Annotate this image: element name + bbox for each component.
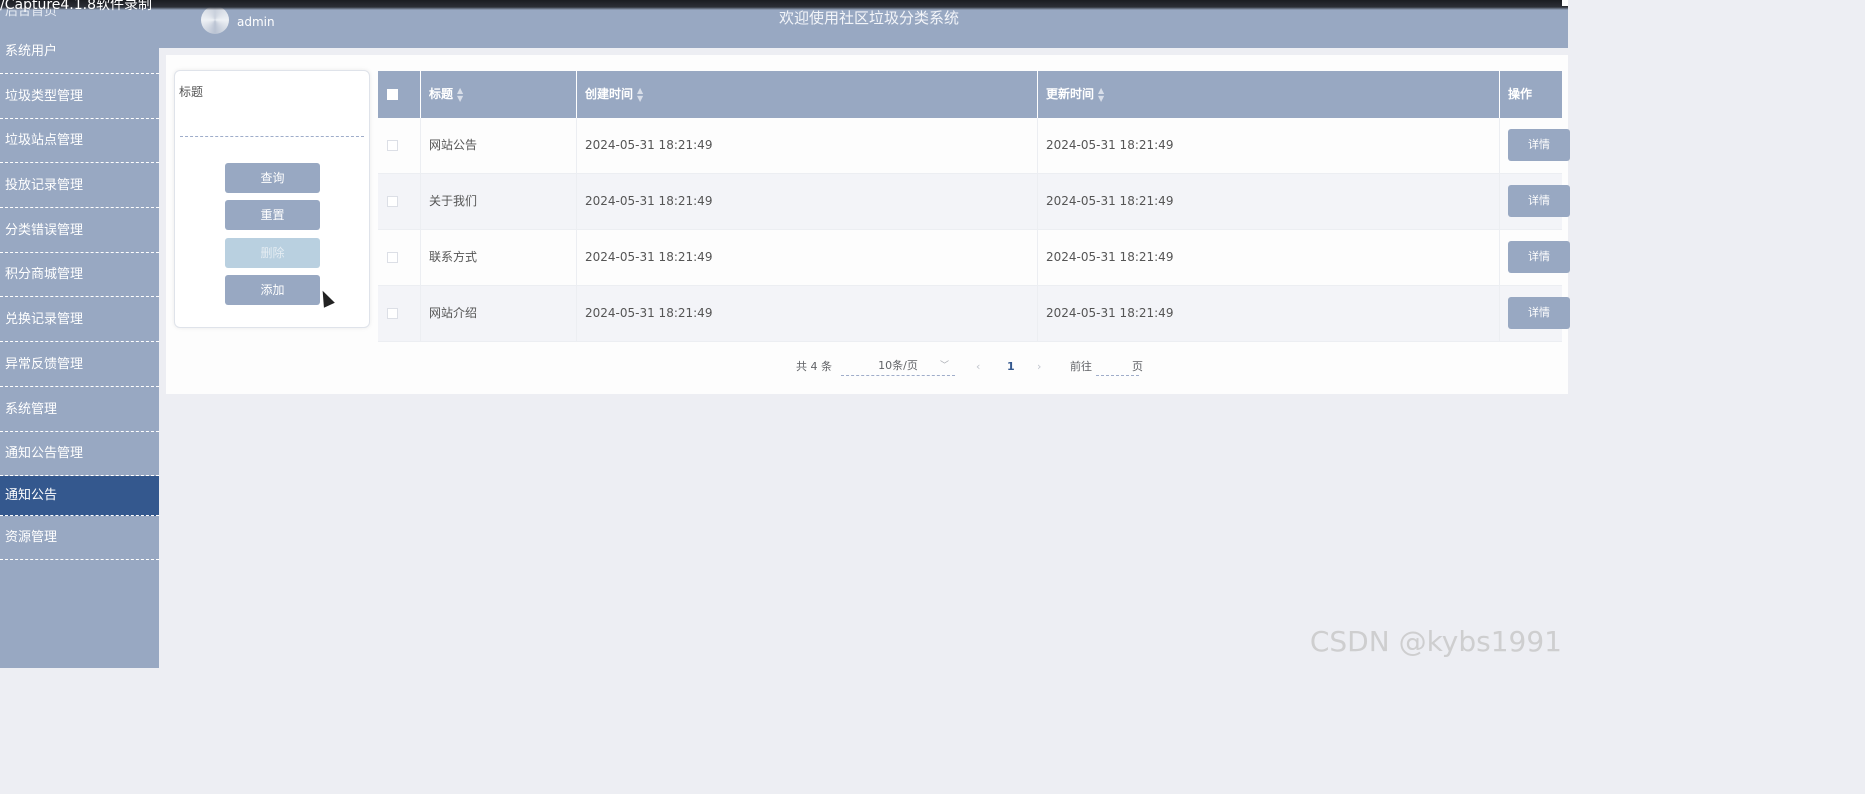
- sidebar: 后台首页 系统用户 垃圾类型管理 垃圾站点管理 投放记录管理 分类错误管理 积分…: [0, 0, 159, 668]
- sort-icon[interactable]: ▲ ▼: [637, 86, 643, 103]
- table-header: 标题 ▲ ▼ 创建时间 ▲ ▼ 更新时间 ▲ ▼ 操作: [378, 71, 1562, 118]
- goto-label: 前往: [1070, 360, 1092, 373]
- column-updated-label: 更新时间: [1046, 87, 1095, 101]
- column-created-label: 创建时间: [585, 87, 634, 101]
- username[interactable]: admin: [237, 15, 275, 29]
- row-updated: 2024-05-31 18:21:49: [1038, 118, 1500, 173]
- row-actions: 详情: [1500, 230, 1570, 285]
- watermark: CSDN @kybs1991: [1309, 625, 1562, 658]
- row-select-cell: [378, 230, 421, 285]
- sidebar-item-notice-management[interactable]: 通知公告管理: [0, 432, 159, 476]
- row-checkbox[interactable]: [387, 308, 398, 319]
- sidebar-item-exception-feedback[interactable]: 异常反馈管理: [0, 343, 159, 387]
- row-title: 网站公告: [421, 118, 577, 173]
- row-created: 2024-05-31 18:21:49: [577, 174, 1038, 229]
- row-created: 2024-05-31 18:21:49: [577, 230, 1038, 285]
- column-header-updated[interactable]: 更新时间 ▲ ▼: [1038, 71, 1500, 118]
- chevron-down-icon: ﹀: [939, 361, 949, 371]
- total-count: 共 4 条: [796, 360, 832, 373]
- row-select-cell: [378, 174, 421, 229]
- row-select-cell: [378, 118, 421, 173]
- detail-button[interactable]: 详情: [1508, 129, 1570, 161]
- row-actions: 详情: [1500, 118, 1570, 173]
- table-row: 联系方式 2024-05-31 18:21:49 2024-05-31 18:2…: [378, 230, 1570, 286]
- sidebar-item-resources[interactable]: 资源管理: [0, 516, 159, 560]
- row-created: 2024-05-31 18:21:49: [577, 286, 1038, 341]
- table-row: 网站公告 2024-05-31 18:21:49 2024-05-31 18:2…: [378, 118, 1570, 174]
- select-all-checkbox[interactable]: [387, 89, 398, 100]
- column-header-title[interactable]: 标题 ▲ ▼: [421, 71, 577, 118]
- add-button[interactable]: 添加: [225, 275, 320, 305]
- sidebar-item-waste-types[interactable]: 垃圾类型管理: [0, 75, 159, 119]
- column-header-created[interactable]: 创建时间 ▲ ▼: [577, 71, 1038, 118]
- select-all-cell: [378, 71, 421, 118]
- row-created: 2024-05-31 18:21:49: [577, 118, 1038, 173]
- system-title: 欢迎使用社区垃圾分类系统: [779, 9, 960, 27]
- search-panel: 标题 查询 重置 删除 添加: [174, 70, 370, 328]
- row-updated: 2024-05-31 18:21:49: [1038, 230, 1500, 285]
- title-search-input[interactable]: [180, 115, 364, 137]
- sidebar-item-points-mall[interactable]: 积分商城管理: [0, 253, 159, 297]
- row-checkbox[interactable]: [387, 252, 398, 263]
- sidebar-item-disposal-records[interactable]: 投放记录管理: [0, 164, 159, 208]
- query-button[interactable]: 查询: [225, 163, 320, 193]
- row-title: 联系方式: [421, 230, 577, 285]
- sidebar-item-sorting-errors[interactable]: 分类错误管理: [0, 209, 159, 253]
- row-actions: 详情: [1500, 286, 1570, 341]
- row-title: 关于我们: [421, 174, 577, 229]
- sidebar-item-notice[interactable]: 通知公告: [0, 476, 159, 516]
- sidebar-item-system-management[interactable]: 系统管理: [0, 388, 159, 432]
- page-number-current[interactable]: 1: [1007, 358, 1015, 376]
- avatar: [201, 6, 229, 34]
- sort-icon[interactable]: ▲ ▼: [1098, 86, 1104, 103]
- top-header: admin 欢迎使用社区垃圾分类系统: [159, 0, 1568, 48]
- detail-button[interactable]: 详情: [1508, 241, 1570, 273]
- sidebar-item-exchange-records[interactable]: 兑换记录管理: [0, 298, 159, 342]
- row-checkbox[interactable]: [387, 196, 398, 207]
- sidebar-item-waste-stations[interactable]: 垃圾站点管理: [0, 119, 159, 163]
- sidebar-item-home[interactable]: 后台首页: [5, 0, 57, 19]
- row-select-cell: [378, 286, 421, 341]
- title-field-label: 标题: [179, 85, 204, 99]
- column-header-actions: 操作: [1508, 87, 1533, 101]
- goto-suffix: 页: [1132, 360, 1143, 373]
- row-updated: 2024-05-31 18:21:49: [1038, 286, 1500, 341]
- detail-button[interactable]: 详情: [1508, 297, 1570, 329]
- detail-button[interactable]: 详情: [1508, 185, 1570, 217]
- table-row: 网站介绍 2024-05-31 18:21:49 2024-05-31 18:2…: [378, 286, 1570, 342]
- prev-page-icon[interactable]: ‹: [976, 358, 980, 376]
- column-title-label: 标题: [429, 87, 454, 101]
- row-title: 网站介绍: [421, 286, 577, 341]
- row-actions: 详情: [1500, 174, 1570, 229]
- next-page-icon[interactable]: ›: [1037, 358, 1041, 376]
- delete-button[interactable]: 删除: [225, 238, 320, 268]
- sidebar-item-system-users[interactable]: 系统用户: [0, 30, 159, 74]
- page-size-select[interactable]: 10条/页 ﹀: [841, 356, 955, 376]
- page-size-value: 10条/页: [878, 359, 918, 372]
- sort-icon[interactable]: ▲ ▼: [457, 86, 463, 103]
- reset-button[interactable]: 重置: [225, 200, 320, 230]
- table-row: 关于我们 2024-05-31 18:21:49 2024-05-31 18:2…: [378, 174, 1570, 230]
- row-updated: 2024-05-31 18:21:49: [1038, 174, 1500, 229]
- row-checkbox[interactable]: [387, 140, 398, 151]
